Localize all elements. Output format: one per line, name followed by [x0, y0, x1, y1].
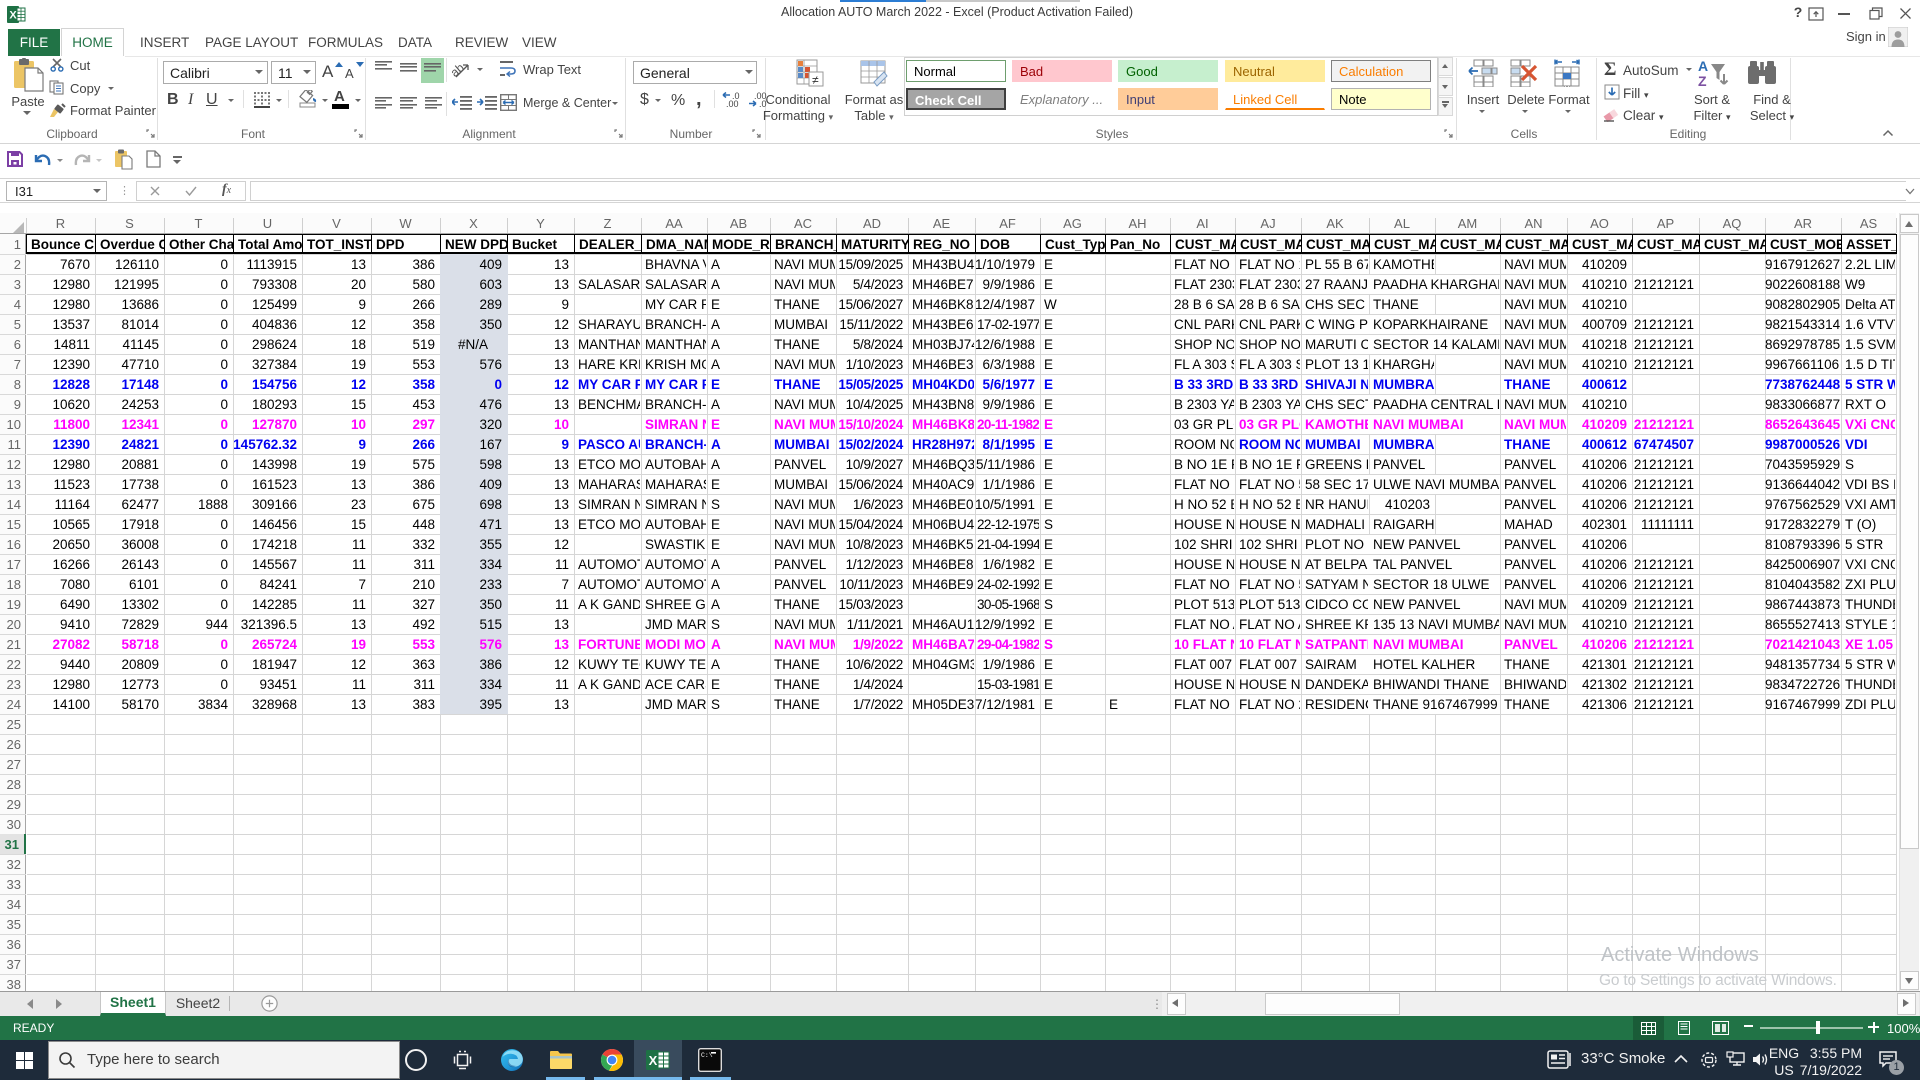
- svg-text:ab: ab: [452, 60, 467, 80]
- svg-text:X: X: [649, 1053, 658, 1068]
- svg-text:≠: ≠: [812, 73, 819, 87]
- svg-text:A: A: [1698, 58, 1708, 74]
- svg-text:Z: Z: [1698, 73, 1707, 88]
- svg-text:.00: .00: [726, 99, 739, 108]
